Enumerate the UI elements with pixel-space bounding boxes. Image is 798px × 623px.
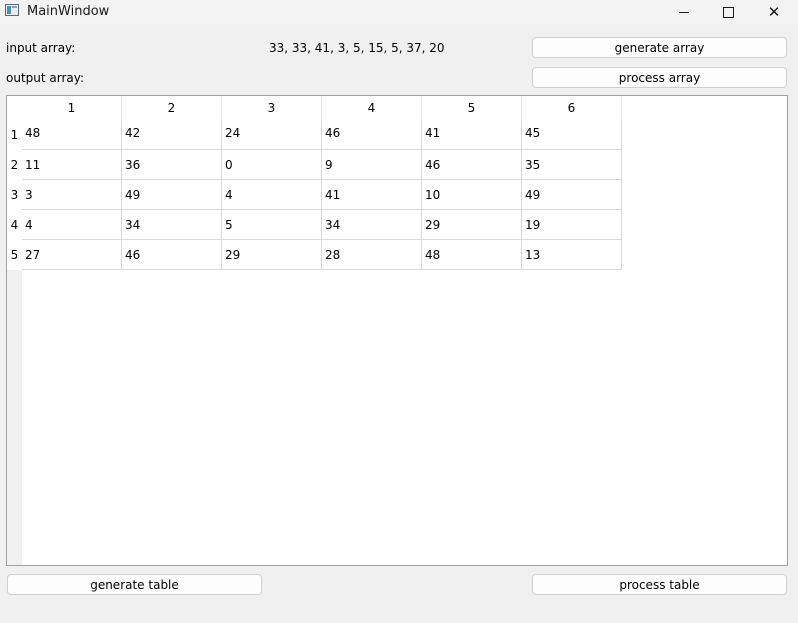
column-header[interactable]: 5	[422, 96, 522, 120]
table-cell[interactable]: 48	[422, 240, 522, 270]
table-cell[interactable]: 13	[522, 240, 622, 270]
table-cell[interactable]: 27	[22, 240, 122, 270]
window-title: MainWindow	[27, 4, 110, 19]
table-cell[interactable]: 36	[122, 150, 222, 180]
table-corner[interactable]	[7, 96, 22, 120]
app-window-icon	[5, 4, 19, 16]
minimize-icon	[679, 11, 689, 13]
table-cell[interactable]: 42	[122, 120, 222, 150]
table-row: 4 34 5 34 29 19	[22, 210, 622, 240]
row-header[interactable]: 4	[7, 210, 22, 240]
title-bar: MainWindow ✕	[0, 0, 798, 24]
output-array-label: output array:	[6, 71, 85, 85]
table-cell[interactable]: 9	[322, 150, 422, 180]
column-header[interactable]: 2	[122, 96, 222, 120]
process-table-button[interactable]: process table	[532, 574, 787, 595]
table-cell[interactable]: 34	[122, 210, 222, 240]
row-header[interactable]: 5	[7, 240, 22, 270]
table-cell[interactable]: 34	[322, 210, 422, 240]
input-array-label: input array:	[6, 41, 76, 55]
table-cell[interactable]: 29	[222, 240, 322, 270]
column-header[interactable]: 3	[222, 96, 322, 120]
table-cell[interactable]: 46	[422, 150, 522, 180]
table-cell[interactable]: 49	[122, 180, 222, 210]
row-header[interactable]: 1	[7, 120, 22, 150]
table-cell[interactable]: 28	[322, 240, 422, 270]
maximize-icon	[722, 6, 734, 18]
table-row: 3 49 4 41 10 49	[22, 180, 622, 210]
table-grid: 48 42 24 46 41 45 11 36 0 9 46 35 3 49 4…	[22, 120, 622, 270]
table-cell[interactable]: 46	[322, 120, 422, 150]
table-cell[interactable]: 5	[222, 210, 322, 240]
minimize-button[interactable]	[661, 0, 707, 24]
table-row: 48 42 24 46 41 45	[22, 120, 622, 150]
table-cell[interactable]: 11	[22, 150, 122, 180]
close-button[interactable]: ✕	[751, 0, 797, 24]
close-icon: ✕	[767, 3, 781, 21]
process-array-button[interactable]: process array	[532, 67, 787, 88]
column-header[interactable]: 1	[22, 96, 122, 120]
table-cell[interactable]: 41	[322, 180, 422, 210]
data-table[interactable]: 1 2 3 4 5 6 1 2 3 4 5 48 42 24 46 41 45 …	[6, 95, 788, 566]
table-cell[interactable]: 4	[22, 210, 122, 240]
table-cell[interactable]: 0	[222, 150, 322, 180]
row-header[interactable]: 2	[7, 150, 22, 180]
horizontal-header: 1 2 3 4 5 6	[22, 96, 622, 120]
column-header[interactable]: 4	[322, 96, 422, 120]
table-cell[interactable]: 19	[522, 210, 622, 240]
table-cell[interactable]: 48	[22, 120, 122, 150]
column-header[interactable]: 6	[522, 96, 622, 120]
maximize-button[interactable]	[705, 0, 751, 24]
table-cell[interactable]: 49	[522, 180, 622, 210]
table-cell[interactable]: 10	[422, 180, 522, 210]
generate-table-button[interactable]: generate table	[7, 574, 262, 595]
table-cell[interactable]: 45	[522, 120, 622, 150]
table-cell[interactable]: 4	[222, 180, 322, 210]
table-cell[interactable]: 3	[22, 180, 122, 210]
table-cell[interactable]: 41	[422, 120, 522, 150]
table-cell[interactable]: 46	[122, 240, 222, 270]
input-array-value: 33, 33, 41, 3, 5, 15, 5, 37, 20	[269, 41, 445, 55]
table-cell[interactable]: 24	[222, 120, 322, 150]
table-row: 11 36 0 9 46 35	[22, 150, 622, 180]
row-header[interactable]: 3	[7, 180, 22, 210]
table-cell[interactable]: 35	[522, 150, 622, 180]
table-row: 27 46 29 28 48 13	[22, 240, 622, 270]
table-cell[interactable]: 29	[422, 210, 522, 240]
generate-array-button[interactable]: generate array	[532, 37, 787, 58]
